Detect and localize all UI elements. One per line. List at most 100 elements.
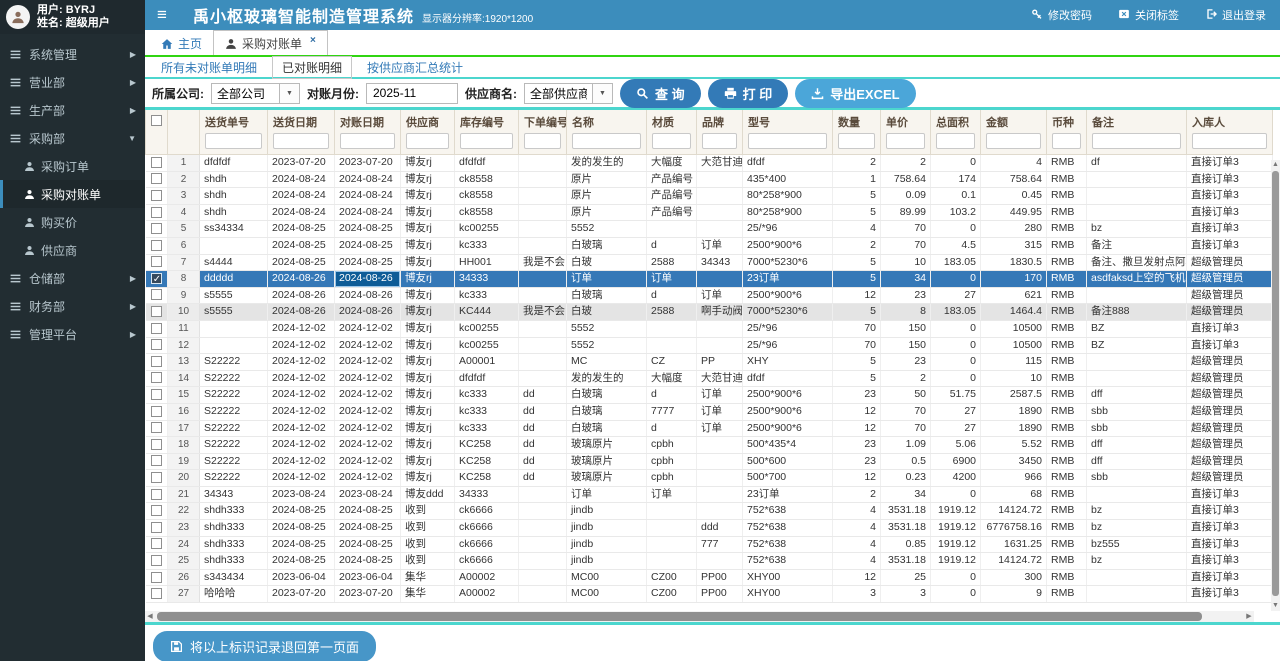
sidebar-subitem[interactable]: 购买价 [0,208,145,236]
table-row[interactable]: 17S222222024-12-022024-12-02博友rjkc333dd白… [146,420,1273,437]
row-checkbox[interactable] [151,157,162,168]
chevron-down-icon[interactable]: ▼ [279,83,300,104]
column-filter-input[interactable] [340,133,395,149]
column-filter-input[interactable] [1192,133,1267,149]
row-checkbox[interactable] [151,256,162,267]
print-button[interactable]: 打 印 [708,79,789,108]
column-filter-input[interactable] [1052,133,1081,149]
horizontal-scrollbar[interactable]: ◀ ▶ [145,611,1254,622]
row-checkbox[interactable] [151,306,162,317]
sidebar-subitem[interactable]: 采购订单 [0,152,145,180]
close-icon[interactable]: × [310,35,316,46]
month-input[interactable] [366,83,458,104]
table-row[interactable]: 23shdh3332024-08-252024-08-25收到ck6666jin… [146,520,1273,537]
vertical-scroll-thumb[interactable] [1272,171,1279,596]
column-filter-input[interactable] [936,133,975,149]
row-checkbox[interactable] [151,555,162,566]
table-row[interactable]: 19S222222024-12-022024-12-02博友rjKC258dd玻… [146,453,1273,470]
row-checkbox[interactable] [151,505,162,516]
supplier-select-input[interactable] [524,83,592,104]
select-all-checkbox[interactable] [151,115,162,126]
topbar-action-close-tab[interactable]: 关闭标签 [1118,7,1179,23]
export-excel-button[interactable]: 导出EXCEL [795,79,915,108]
subtab[interactable]: 按供应商汇总统计 [358,57,472,78]
table-row[interactable]: 9s55552024-08-262024-08-26博友rjkc333白玻璃d订… [146,287,1273,304]
row-checkbox[interactable] [151,240,162,251]
row-checkbox[interactable] [151,173,162,184]
row-checkbox[interactable] [151,572,162,583]
row-checkbox[interactable] [151,323,162,334]
vertical-scrollbar[interactable]: ▲ ▼ [1271,160,1280,611]
table-row[interactable]: 15S222222024-12-022024-12-02博友rjkc333dd白… [146,387,1273,404]
sidebar-group[interactable]: 生产部▶ [0,96,145,124]
column-filter-input[interactable] [406,133,449,149]
row-checkbox[interactable] [151,406,162,417]
row-checkbox[interactable] [151,223,162,234]
column-filter-input[interactable] [572,133,641,149]
row-checkbox[interactable] [151,538,162,549]
row-checkbox[interactable] [151,472,162,483]
column-filter-input[interactable] [205,133,262,149]
column-filter-input[interactable] [273,133,329,149]
column-filter-input[interactable] [986,133,1041,149]
subtab[interactable]: 已对账明细 [272,56,352,79]
table-row[interactable]: 2shdh2024-08-242024-08-24博友rjck8558原片产品编… [146,171,1273,188]
scroll-left-icon[interactable]: ◀ [145,611,155,622]
table-row[interactable]: 25shdh3332024-08-252024-08-25收到ck6666jin… [146,553,1273,570]
topbar-action-logout[interactable]: 退出登录 [1205,7,1266,23]
sidebar-subitem[interactable]: 采购对账单 [0,180,145,208]
row-checkbox[interactable] [151,207,162,218]
scroll-up-icon[interactable]: ▲ [1271,160,1280,170]
tab[interactable]: 主页 [150,31,213,55]
row-checkbox[interactable] [151,422,162,433]
row-checkbox[interactable] [151,389,162,400]
chevron-down-icon[interactable]: ▼ [592,83,613,104]
hamburger-icon[interactable]: ≡ [145,0,179,30]
return-records-button[interactable]: 将以上标识记录退回第一页面 [153,631,376,661]
row-checkbox[interactable] [151,289,162,300]
row-checkbox[interactable] [151,372,162,383]
table-row[interactable]: 22shdh3332024-08-252024-08-25收到ck6666jin… [146,503,1273,520]
table-row[interactable]: 24shdh3332024-08-252024-08-25收到ck6666jin… [146,536,1273,553]
sidebar-group[interactable]: 财务部▶ [0,292,145,320]
row-checkbox[interactable] [151,273,162,284]
table-row[interactable]: 21343432023-08-242023-08-24博友ddd34333订单订… [146,486,1273,503]
subtab[interactable]: 所有未对账单明细 [152,57,266,78]
column-filter-input[interactable] [838,133,875,149]
table-row[interactable]: 27哈哈哈2023-07-202023-07-20集华A00002MC00CZ0… [146,586,1273,603]
table-row[interactable]: 14S222222024-12-022024-12-02博友rjdfdfdf发的… [146,370,1273,387]
topbar-action-key[interactable]: 修改密码 [1031,7,1092,23]
table-row[interactable]: 112024-12-022024-12-02博友rjkc00255555225/… [146,320,1273,337]
sidebar-group[interactable]: 管理平台▶ [0,320,145,348]
row-checkbox[interactable] [151,356,162,367]
table-row[interactable]: 13S222222024-12-022024-12-02博友rjA00001MC… [146,354,1273,371]
table-row[interactable]: 1dfdfdf2023-07-202023-07-20博友rjdfdfdf发的发… [146,155,1273,172]
search-button[interactable]: 查 询 [620,79,701,108]
table-row[interactable]: 20S222222024-12-022024-12-02博友rjKC258dd玻… [146,470,1273,487]
column-filter-input[interactable] [1092,133,1181,149]
horizontal-scroll-thumb[interactable] [157,612,1202,621]
scroll-down-icon[interactable]: ▼ [1271,601,1280,611]
row-checkbox[interactable] [151,489,162,500]
row-checkbox[interactable] [151,190,162,201]
column-filter-input[interactable] [702,133,737,149]
row-checkbox[interactable] [151,588,162,599]
table-row[interactable]: 62024-08-252024-08-25博友rjkc333白玻璃d订单2500… [146,237,1273,254]
row-checkbox[interactable] [151,522,162,533]
table-row[interactable]: 122024-12-022024-12-02博友rjkc00255555225/… [146,337,1273,354]
table-row[interactable]: 18S222222024-12-022024-12-02博友rjKC258dd玻… [146,437,1273,454]
tab[interactable]: 采购对账单× [213,30,328,55]
table-row[interactable]: 5ss343342024-08-252024-08-25博友rjkc002555… [146,221,1273,238]
sidebar-group[interactable]: 系统管理▶ [0,40,145,68]
scroll-right-icon[interactable]: ▶ [1244,611,1254,622]
table-row[interactable]: 8ddddd2024-08-262024-08-26博友rj34333订单订单2… [146,271,1273,288]
row-checkbox[interactable] [151,339,162,350]
row-checkbox[interactable] [151,439,162,450]
sidebar-subitem[interactable]: 供应商 [0,236,145,264]
table-row[interactable]: 4shdh2024-08-242024-08-24博友rjck8558原片产品编… [146,204,1273,221]
company-select-input[interactable] [211,83,279,104]
column-filter-input[interactable] [524,133,561,149]
table-row[interactable]: 7s44442024-08-252024-08-25博友rjHH001我是不会白… [146,254,1273,271]
column-filter-input[interactable] [460,133,513,149]
table-row[interactable]: 3shdh2024-08-242024-08-24博友rjck8558原片产品编… [146,188,1273,205]
